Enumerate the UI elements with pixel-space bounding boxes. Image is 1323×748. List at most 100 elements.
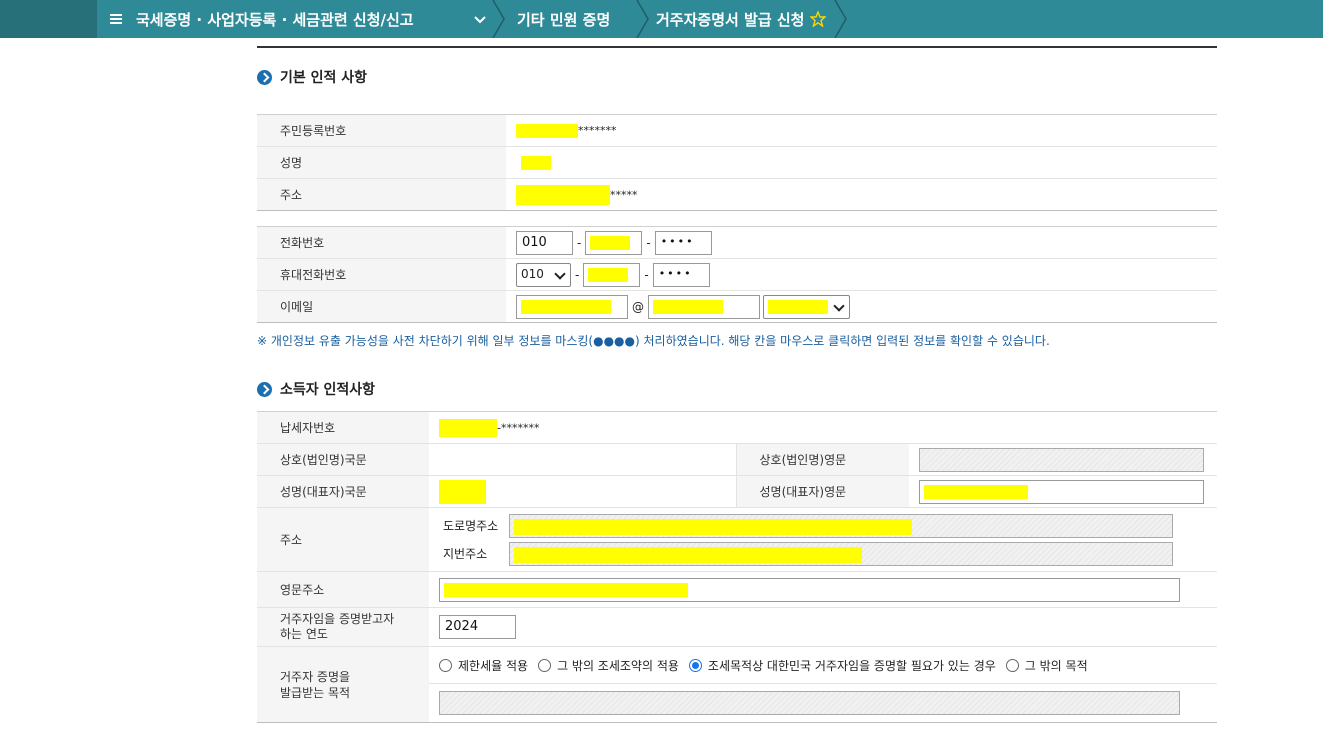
en-addr-input[interactable]	[439, 577, 1180, 602]
masked-value	[590, 235, 631, 250]
breadcrumb-main-menu[interactable]: 국세증명 · 사업자등록 · 세금관련 신청/신고	[110, 0, 500, 38]
email-id-input[interactable]	[516, 294, 628, 319]
road-addr-row: 도로명주소	[439, 512, 1217, 540]
phone-middle-input[interactable]	[585, 230, 643, 255]
phone-value: 010- - ••••	[506, 226, 1217, 259]
menu-icon	[110, 12, 122, 26]
masked-value	[521, 299, 611, 314]
breadcrumb-left-block	[0, 0, 97, 38]
section-title-basic: 기본 인적 사항	[257, 67, 367, 87]
breadcrumb-residence-cert-label: 거주자증명서 발급 신청	[656, 10, 805, 29]
phone-last-input[interactable]: ••••	[654, 230, 712, 255]
addr-label: 주소	[257, 507, 429, 572]
dash: -	[646, 235, 651, 250]
year-label-line1: 거주자임을 증명받고자	[280, 612, 395, 626]
masked-value	[768, 299, 828, 314]
chevron-down-icon[interactable]	[472, 11, 488, 27]
table-row: 주민등록번호 *******	[257, 114, 1217, 147]
breadcrumb-separator-icon	[636, 0, 649, 38]
breadcrumb-residence-cert[interactable]: 거주자증명서 발급 신청	[656, 0, 827, 38]
section-title-income-label: 소득자 인적사항	[280, 382, 376, 398]
purpose-option-other[interactable]: 그 밖의 목적	[1005, 657, 1088, 674]
masked-value	[516, 184, 610, 205]
year-label-line2: 하는 연도	[280, 627, 328, 641]
purpose-option-reduced-rate[interactable]: 제한세율 적용	[439, 657, 528, 674]
top-divider	[257, 46, 1217, 48]
masked-value	[516, 123, 578, 138]
breadcrumb-main-label: 국세증명 · 사업자등록 · 세금관련 신청/신고	[136, 10, 414, 29]
table-row: 성명(대표자)국문 성명(대표자)영문	[257, 475, 1217, 508]
road-addr-input[interactable]	[509, 513, 1173, 538]
year-input[interactable]: 2024	[439, 615, 516, 639]
radio-circle-selected	[688, 658, 702, 672]
rrn-value: *******	[506, 114, 1217, 147]
mobile-prefix-value: 010	[521, 266, 544, 281]
dash: -	[644, 267, 649, 282]
rrn-label: 주민등록번호	[257, 114, 506, 147]
email-at: @	[632, 299, 644, 314]
basic-info-table: 주민등록번호 ******* 성명 주소 *****	[257, 114, 1217, 211]
table-row: 납세자번호 -*******	[257, 411, 1217, 444]
biz-en-input[interactable]	[919, 447, 1204, 472]
address-value: *****	[506, 178, 1217, 211]
biz-en-label: 상호(법인명)영문	[736, 443, 909, 476]
mobile-last-input[interactable]: ••••	[652, 262, 710, 287]
table-row: 상호(법인명)국문 상호(법인명)영문	[257, 443, 1217, 476]
masked-value	[521, 155, 551, 170]
chevron-down-icon	[554, 267, 566, 280]
breadcrumb-separator-icon	[834, 0, 847, 38]
chevron-down-icon	[833, 299, 845, 312]
star-icon[interactable]	[810, 11, 827, 27]
email-domain-select[interactable]	[763, 294, 850, 319]
name-value	[506, 146, 1217, 179]
tin-value: -*******	[429, 411, 1217, 444]
mobile-middle-input[interactable]	[583, 262, 641, 287]
dash: -	[577, 235, 582, 250]
en-addr-label: 영문주소	[257, 571, 429, 608]
rep-en-input[interactable]	[919, 479, 1204, 504]
purpose-option-tax-residency[interactable]: 조세목적상 대한민국 거주자임을 증명할 필요가 있는 경우	[688, 657, 996, 674]
breadcrumb-other-certs-label: 기타 민원 증명	[517, 10, 611, 29]
lot-addr-input[interactable]	[509, 541, 1173, 566]
breadcrumb-separator-icon	[492, 0, 505, 38]
purpose-value: 제한세율 적용 그 밖의 조세조약의 적용 조세목적상 대한민국 거주자임을 증…	[429, 646, 1217, 723]
purpose-option-label: 제한세율 적용	[458, 658, 529, 673]
income-info-table: 납세자번호 -******* 상호(법인명)국문 상호(법인명)영문 성명(대표…	[257, 411, 1217, 723]
section-title-income: 소득자 인적사항	[257, 379, 375, 399]
breadcrumb-bar: 국세증명 · 사업자등록 · 세금관련 신청/신고 기타 민원 증명 거주자증명…	[0, 0, 1323, 38]
masked-value	[444, 582, 688, 597]
purpose-detail-row	[429, 684, 1217, 722]
tin-suffix: -*******	[497, 421, 540, 434]
purpose-option-other-treaty[interactable]: 그 밖의 조세조약의 적용	[538, 657, 679, 674]
tin-label: 납세자번호	[257, 411, 429, 444]
masked-value	[653, 299, 723, 314]
address-label: 주소	[257, 178, 506, 211]
masked-value	[514, 546, 862, 563]
phone-label: 전화번호	[257, 226, 506, 259]
addr-value: 도로명주소 지번주소	[429, 507, 1217, 572]
mobile-value: 010- - ••••	[506, 258, 1217, 291]
purpose-detail-input[interactable]	[439, 691, 1180, 715]
radio-circle	[538, 658, 552, 672]
mobile-prefix-select[interactable]: 010	[516, 262, 571, 287]
breadcrumb-other-certs[interactable]: 기타 민원 증명	[517, 0, 610, 38]
email-domain-input[interactable]	[648, 294, 760, 319]
radio-circle	[1005, 658, 1019, 672]
table-row: 거주자임을 증명받고자 하는 연도 2024	[257, 607, 1217, 647]
masked-value	[514, 518, 912, 535]
section-title-basic-label: 기본 인적 사항	[280, 70, 368, 86]
masked-value	[588, 267, 629, 282]
rrn-suffix: *******	[578, 124, 617, 138]
purpose-label: 거주자 증명을 발급받는 목적	[257, 646, 429, 723]
phone-first-input[interactable]: 010	[516, 230, 573, 255]
name-label: 성명	[257, 146, 506, 179]
rep-kr-label: 성명(대표자)국문	[257, 475, 429, 508]
purpose-option-label: 그 밖의 조세조약의 적용	[557, 658, 679, 673]
purpose-option-label: 그 밖의 목적	[1024, 658, 1088, 673]
rep-en-label: 성명(대표자)영문	[736, 475, 909, 508]
radio-circle	[439, 658, 452, 672]
table-row: 거주자 증명을 발급받는 목적 제한세율 적용 그 밖의 조세조약의 적용 조세…	[257, 646, 1217, 723]
lot-addr-row: 지번주소	[439, 540, 1217, 568]
table-row: 전화번호 010- - ••••	[257, 226, 1217, 259]
biz-kr-label: 상호(법인명)국문	[257, 443, 429, 476]
